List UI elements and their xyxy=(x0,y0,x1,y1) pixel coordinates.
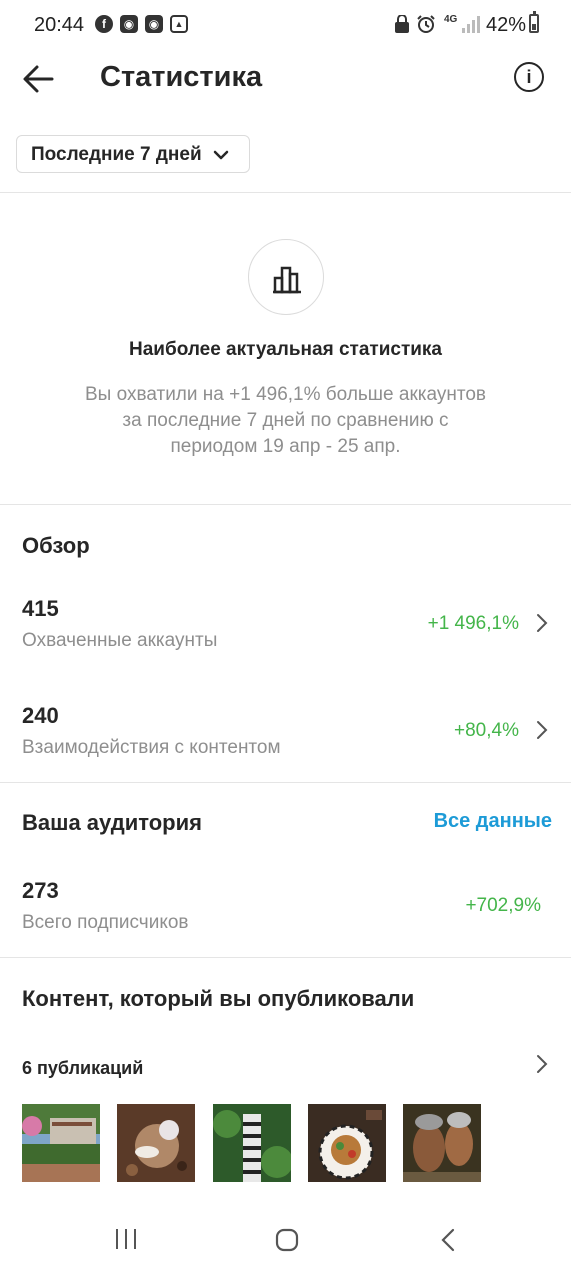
followers-label: Всего подписчиков xyxy=(22,912,189,933)
interactions-label: Взаимодействия с контентом xyxy=(22,737,281,758)
back-arrow-icon[interactable] xyxy=(22,62,56,96)
home-icon[interactable] xyxy=(275,1228,299,1252)
app-notification-icon: ◉ xyxy=(120,15,138,33)
reached-label: Охваченные аккаунты xyxy=(22,630,218,651)
overview-title: Обзор xyxy=(22,533,90,558)
period-dropdown[interactable]: Последние 7 дней xyxy=(16,135,250,173)
overview-row-reached[interactable]: 415 Охваченные аккаунты +1 496,1% xyxy=(0,580,571,670)
highlight-line-2: за последние 7 дней по сравнению с xyxy=(122,410,449,431)
post-thumbnail[interactable] xyxy=(403,1104,481,1182)
bar-chart-icon xyxy=(273,266,301,294)
reached-change: +1 496,1% xyxy=(427,613,519,634)
recent-apps-icon[interactable] xyxy=(114,1228,138,1250)
alarm-icon xyxy=(417,15,435,33)
status-bar: 20:44 f ◉ ◉ ▲ 4G 42% xyxy=(0,0,571,50)
page-title: Статистика xyxy=(100,61,263,93)
network-type: 4G xyxy=(444,14,458,25)
chevron-right-icon xyxy=(537,721,548,739)
back-nav-icon[interactable] xyxy=(440,1228,456,1252)
chevron-right-icon xyxy=(537,1055,548,1073)
post-image xyxy=(213,1104,291,1182)
battery-percent: 42% xyxy=(486,14,527,36)
interactions-change: +80,4% xyxy=(454,720,519,741)
divider xyxy=(0,504,571,505)
highlight-title: Наиболее актуальная статистика xyxy=(128,339,443,360)
followers-change: +702,9% xyxy=(465,895,541,916)
insights-chart-badge xyxy=(248,239,324,315)
see-all-audience-link[interactable]: Все данные xyxy=(434,810,552,833)
post-image xyxy=(308,1104,386,1182)
publications-row[interactable]: 6 публикаций xyxy=(0,1048,571,1088)
audience-title: Ваша аудитория xyxy=(22,810,202,835)
audience-row-followers: 273 Всего подписчиков +702,9% xyxy=(0,862,571,942)
gallery-notification-icon: ▲ xyxy=(170,15,188,33)
post-thumbnail[interactable] xyxy=(117,1104,195,1182)
reached-value: 415 xyxy=(22,596,59,621)
chevron-right-icon xyxy=(537,614,548,632)
facebook-notification-icon: f xyxy=(95,15,113,33)
chevron-down-icon xyxy=(213,150,229,160)
lock-icon xyxy=(395,15,409,33)
overview-row-interactions[interactable]: 240 Взаимодействия с контентом +80,4% xyxy=(0,687,571,777)
post-thumbnail[interactable] xyxy=(22,1104,100,1182)
status-time: 20:44 xyxy=(34,14,85,36)
highlight-line-1: Вы охватили на +1 496,1% больше аккаунто… xyxy=(85,384,486,405)
app-notification-icon-2: ◉ xyxy=(145,15,163,33)
post-image xyxy=(403,1104,481,1182)
publications-count: 6 публикаций xyxy=(22,1058,144,1078)
content-title: Контент, который вы опубликовали xyxy=(22,986,415,1011)
divider xyxy=(0,782,571,783)
interactions-value: 240 xyxy=(22,703,59,728)
highlight-description: Вы охватили на +1 496,1% больше аккаунто… xyxy=(40,382,531,460)
post-image xyxy=(117,1104,195,1182)
period-label: Последние 7 дней xyxy=(31,144,202,165)
divider xyxy=(0,192,571,193)
highlight-line-3: периодом 19 апр - 25 апр. xyxy=(170,436,401,457)
battery-icon xyxy=(529,11,539,33)
info-icon[interactable]: i xyxy=(514,62,544,92)
signal-icon xyxy=(462,16,480,33)
post-thumbnail[interactable] xyxy=(308,1104,386,1182)
post-thumbnail[interactable] xyxy=(213,1104,291,1182)
post-image xyxy=(22,1104,100,1182)
followers-value: 273 xyxy=(22,878,59,903)
divider xyxy=(0,957,571,958)
